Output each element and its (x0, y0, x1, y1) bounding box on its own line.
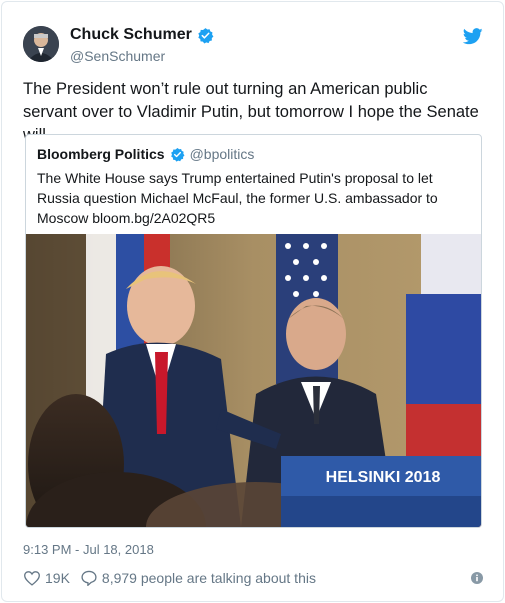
like-count: 19K (45, 570, 70, 586)
conversation-action[interactable]: 8,979 people are talking about this (80, 570, 316, 586)
conversation-text: 8,979 people are talking about this (101, 570, 316, 586)
news-photo[interactable]: HELSINKI 2018 (26, 234, 481, 527)
quoted-tweet-header: Bloomberg Politics @bpolitics (37, 146, 254, 162)
tweet-actions: 19K 8,979 people are talking about this (23, 570, 316, 586)
quoted-author-name[interactable]: Bloomberg Politics (37, 146, 165, 162)
author-name[interactable]: Chuck Schumer (70, 26, 214, 44)
verified-badge-icon (170, 147, 185, 162)
verified-badge-icon (198, 27, 214, 44)
tweet-card: Chuck Schumer @SenSchumer The President … (1, 1, 504, 602)
twitter-bird-icon[interactable] (463, 28, 483, 45)
like-action[interactable]: 19K (23, 570, 70, 586)
avatar[interactable] (23, 26, 59, 62)
heart-icon (24, 571, 40, 586)
tweet-timestamp[interactable]: 9:13 PM - Jul 18, 2018 (23, 542, 154, 557)
quoted-tweet-text: The White House says Trump entertained P… (37, 170, 438, 226)
podium-sign-text: HELSINKI 2018 (326, 469, 441, 486)
author-handle[interactable]: @SenSchumer (70, 48, 165, 64)
info-icon[interactable] (471, 572, 483, 584)
quoted-author-handle[interactable]: @bpolitics (190, 146, 255, 162)
reply-bubble-icon (81, 570, 97, 586)
author-name-label[interactable]: Chuck Schumer (70, 26, 192, 44)
quoted-tweet[interactable]: Bloomberg Politics @bpolitics The White … (25, 134, 482, 528)
